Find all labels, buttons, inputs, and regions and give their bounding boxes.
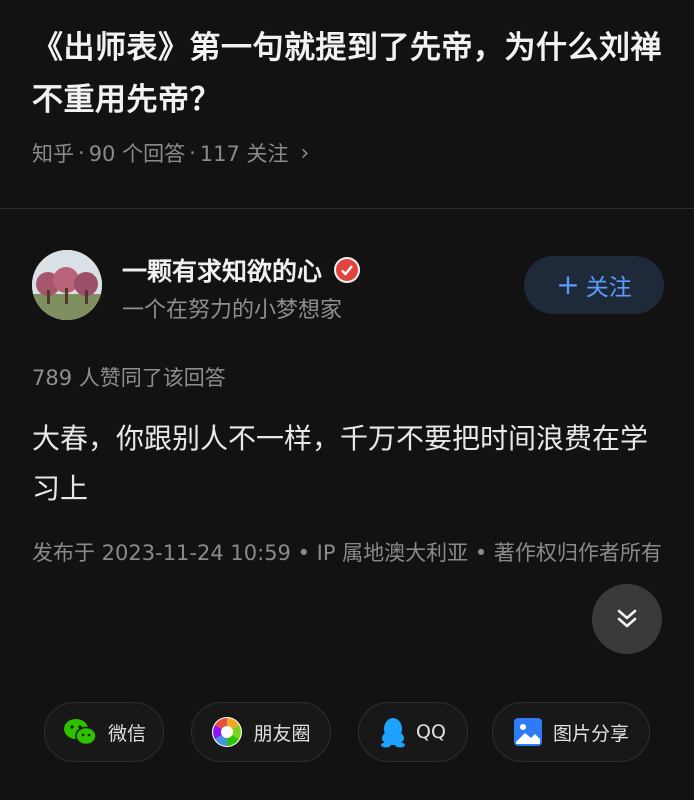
wechat-icon <box>63 719 97 746</box>
share-qq-label: QQ <box>416 721 446 743</box>
share-wechat-button[interactable]: 微信 <box>44 702 164 762</box>
share-wechat-label: 微信 <box>107 722 146 745</box>
separator-dot: · <box>78 141 85 165</box>
double-chevron-down-icon <box>617 609 637 628</box>
vote-count: 789 人赞同了该回答 <box>32 366 226 390</box>
answer-content[interactable]: 大春，你跟别人不一样，千万不要把时间浪费在学习上 <box>32 414 672 514</box>
question-meta[interactable]: 知乎 · 90 个回答 · 117 关注 › <box>32 138 309 168</box>
author-bio: 一个在努力的小梦想家 <box>122 298 343 323</box>
post-meta: 发布于 2023-11-24 10:59 • IP 属地澳大利亚 • 著作权归作… <box>32 541 662 565</box>
source-label: 知乎 <box>32 142 74 166</box>
separator-dot: · <box>189 141 196 165</box>
share-qq-button[interactable]: QQ <box>358 702 468 762</box>
share-moments-label: 朋友圈 <box>253 722 311 745</box>
share-image-label: 图片分享 <box>552 722 629 745</box>
follow-label: 关注 <box>585 275 632 301</box>
avatar[interactable] <box>32 250 102 320</box>
expand-button[interactable] <box>592 584 662 654</box>
author-name[interactable]: 一颗有求知欲的心 <box>122 252 361 288</box>
verified-badge-icon <box>334 257 361 283</box>
qq-penguin-icon <box>381 718 406 748</box>
plus-icon: + <box>556 268 580 301</box>
share-moments-button[interactable]: 朋友圈 <box>191 702 331 762</box>
divider <box>0 208 694 209</box>
image-icon <box>513 718 542 746</box>
author-name-text: 一颗有求知欲的心 <box>122 257 323 286</box>
share-bar: 微信 朋友圈 QQ 图片分享 <box>0 702 694 762</box>
follow-button[interactable]: + 关注 <box>524 256 664 314</box>
answer-count: 90 个回答 <box>88 142 186 166</box>
moments-icon <box>212 717 243 747</box>
share-image-button[interactable]: 图片分享 <box>492 702 650 762</box>
chevron-right-icon: › <box>300 140 310 166</box>
question-title[interactable]: 《出师表》第一句就提到了先帝，为什么刘禅不重用先帝？ <box>32 22 672 126</box>
follow-count: 117 关注 <box>199 142 289 166</box>
